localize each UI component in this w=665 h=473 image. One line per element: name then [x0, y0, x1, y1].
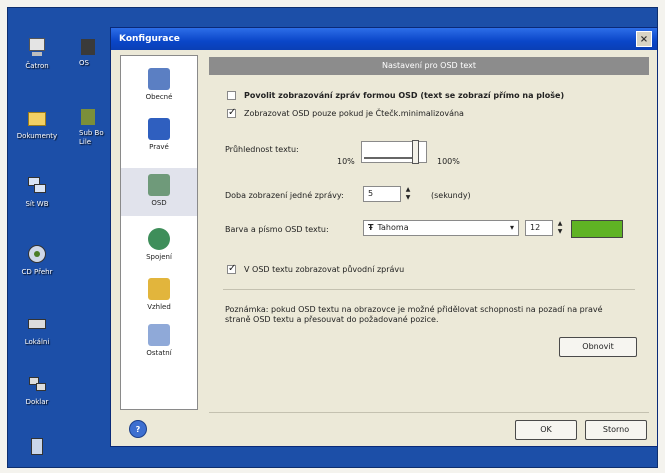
font-select[interactable]: Ŧ Tahoma ▾: [363, 220, 519, 236]
folder-icon: [26, 107, 48, 129]
app-icon: [79, 107, 101, 129]
desktop-icon-drive[interactable]: Lokálni: [7, 313, 67, 347]
nav-item-label: Obecné: [145, 93, 173, 101]
computer-icon: [26, 37, 48, 59]
desktop-icon-label: OS: [79, 59, 89, 67]
desktop-icon-network[interactable]: Sít WB: [7, 175, 67, 209]
nav-item-label: Pravé: [149, 143, 169, 151]
desktop-icon-computer[interactable]: Čatron: [7, 37, 67, 71]
enable-osd-label: Povolit zobrazování zpráv formou OSD (te…: [244, 91, 565, 100]
show-original-message-option[interactable]: V OSD textu zobrazovat původní zprávu: [227, 263, 405, 274]
transparency-min-label: 10%: [337, 157, 355, 166]
nav-item-appearance[interactable]: Vzhled: [121, 272, 197, 320]
section-banner: Nastavení pro OSD text: [209, 57, 649, 75]
desktop-icon-recycle-bin[interactable]: [7, 435, 67, 460]
font-color-label: Barva a písmo OSD textu:: [225, 225, 329, 234]
transparency-max-label: 100%: [437, 157, 460, 166]
enable-osd-checkbox[interactable]: [227, 91, 236, 100]
nav-item-label: Ostatní: [146, 349, 172, 357]
nav-item-osd[interactable]: OSD: [121, 168, 197, 216]
font-select-value: Tahoma: [377, 223, 409, 232]
connection-icon: [26, 373, 48, 395]
show-original-message-label: V OSD textu zobrazovat původní zprávu: [244, 265, 405, 274]
appearance-icon: [148, 278, 170, 300]
footer-divider: [209, 412, 649, 413]
desktop-icon-label: Sít WB: [25, 200, 49, 208]
desktop-icon-network-2[interactable]: Doklar: [7, 373, 67, 407]
transparency-slider-fill: [364, 157, 417, 159]
ok-button[interactable]: OK: [515, 420, 577, 440]
nav-item-other[interactable]: Ostatní: [121, 318, 197, 366]
minimized-only-checkbox[interactable]: [227, 107, 236, 118]
duration-unit-label: (sekundy): [431, 191, 471, 200]
spin-up-icon[interactable]: ▲: [403, 186, 413, 194]
nav-item-connection[interactable]: Spojení: [121, 222, 197, 270]
transparency-slider-thumb[interactable]: [412, 140, 419, 164]
font-size-spinner[interactable]: ▲ ▼: [555, 220, 565, 236]
desktop-icon-documents[interactable]: Dokumenty: [7, 107, 67, 141]
show-original-message-checkbox[interactable]: [227, 263, 236, 274]
window-title: Konfigurace: [119, 34, 180, 44]
font-color-swatch[interactable]: [571, 220, 623, 238]
desktop-icon-partial-2[interactable]: Sub Bo Lile: [79, 107, 109, 147]
enable-osd-option[interactable]: Povolit zobrazování zpráv formou OSD (te…: [227, 91, 564, 100]
spin-up-icon[interactable]: ▲: [555, 220, 565, 228]
transparency-slider[interactable]: [361, 140, 427, 164]
connection-icon: [148, 228, 170, 250]
duration-spinner[interactable]: ▲ ▼: [403, 186, 413, 202]
font-type-icon: Ŧ: [368, 223, 374, 232]
spin-down-icon[interactable]: ▼: [403, 194, 413, 202]
spin-down-icon[interactable]: ▼: [555, 228, 565, 236]
nav-item-label: Vzhled: [147, 303, 171, 311]
cancel-button[interactable]: Storno: [585, 420, 647, 440]
category-nav: Obecné Pravé OSD Spojení Vzhled Ostatní: [120, 55, 198, 410]
osd-icon: [148, 174, 170, 196]
help-icon[interactable]: ?: [129, 420, 147, 438]
chevron-down-icon[interactable]: ▾: [510, 221, 514, 235]
nav-item-display[interactable]: Pravé: [121, 112, 197, 160]
other-icon: [148, 324, 170, 346]
desktop-icon-label: Čatron: [25, 62, 49, 70]
recycle-bin-icon: [26, 435, 48, 457]
desktop-icon-label: Dokumenty: [16, 132, 58, 140]
section-divider: [223, 289, 635, 290]
close-icon[interactable]: ×: [636, 31, 652, 47]
duration-label: Doba zobrazení jedné zprávy:: [225, 191, 344, 200]
network-icon: [26, 175, 48, 197]
app-icon: [79, 37, 101, 59]
reset-button[interactable]: Obnovit: [559, 337, 637, 357]
osd-settings-panel: Nastavení pro OSD text Povolit zobrazová…: [209, 57, 649, 410]
desktop-icon-label: CD Přehr: [21, 268, 53, 276]
nav-item-label: OSD: [151, 199, 167, 207]
duration-input[interactable]: 5: [363, 186, 401, 202]
desktop-icon-partial-1[interactable]: OS: [79, 37, 109, 68]
nav-item-general[interactable]: Obecné: [121, 62, 197, 110]
display-icon: [148, 118, 170, 140]
note-text: Poznámka: pokud OSD textu na obrazovce j…: [225, 305, 603, 324]
cd-icon: [26, 243, 48, 265]
screenshot-frame: Čatron Dokumenty Sít WB CD Přehr Lokálni…: [7, 7, 658, 468]
desktop-icon-label: Sub Bo Lile: [79, 129, 104, 146]
transparency-label: Průhlednost textu:: [225, 145, 299, 154]
desktop-icon-label: Lokálni: [24, 338, 50, 346]
nav-item-label: Spojení: [146, 253, 172, 261]
minimized-only-label: Zobrazovat OSD pouze pokud je Čtečk.mini…: [244, 109, 464, 118]
config-window: Konfigurace × Obecné Pravé OSD Spojení V…: [110, 27, 658, 447]
drive-icon: [26, 313, 48, 335]
desktop-icon-cd-player[interactable]: CD Přehr: [7, 243, 67, 277]
font-size-input[interactable]: 12: [525, 220, 553, 236]
title-bar[interactable]: Konfigurace ×: [111, 28, 657, 50]
desktop-icon-label: Doklar: [25, 398, 49, 406]
minimized-only-option[interactable]: Zobrazovat OSD pouze pokud je Čtečk.mini…: [227, 107, 464, 118]
general-icon: [148, 68, 170, 90]
